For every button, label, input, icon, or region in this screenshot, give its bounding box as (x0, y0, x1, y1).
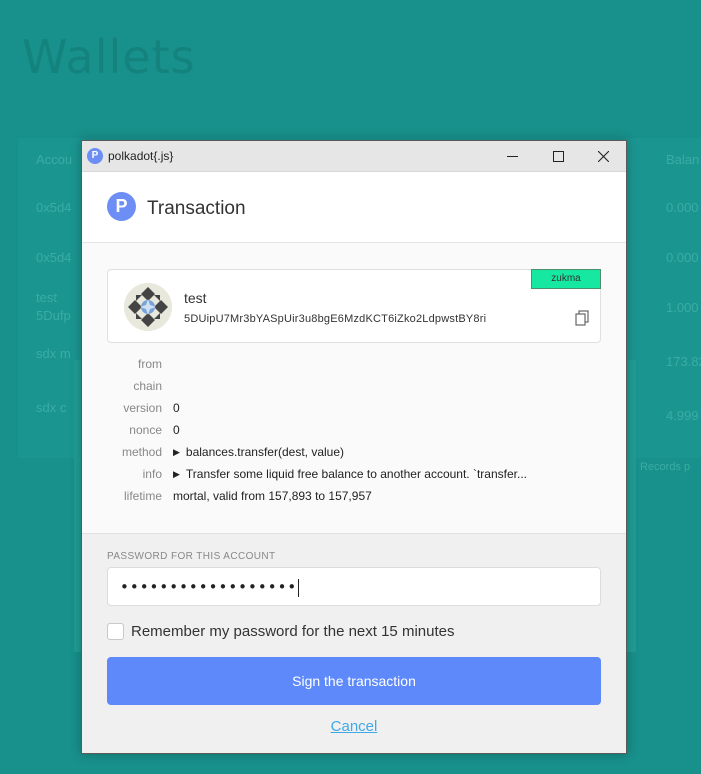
extension-window: P polkadot{.js} P Transaction test 5DUip… (81, 140, 627, 754)
window-title: polkadot{.js} (108, 149, 174, 163)
detail-label: from (138, 357, 162, 371)
network-tag: zukma (531, 269, 601, 289)
remember-password-toggle[interactable]: Remember my password for the next 15 min… (107, 623, 454, 640)
password-input[interactable]: •••••••••••••••••• (107, 567, 601, 606)
method-expander[interactable]: ▶ balances.transfer(dest, value) (173, 445, 344, 459)
detail-value: mortal, valid from 157,893 to 157,957 (173, 489, 372, 503)
remember-checkbox[interactable] (107, 623, 124, 640)
password-masked-value: •••••••••••••••••• (120, 578, 298, 596)
account-card: test 5DUipU7Mr3bYASpUir3u8bgE6MzdKCT6iZk… (107, 269, 601, 343)
expand-caret-icon: ▶ (173, 469, 180, 479)
account-name: test (184, 290, 207, 306)
detail-row-nonce: nonce 0 (107, 419, 601, 441)
window-titlebar[interactable]: P polkadot{.js} (82, 141, 626, 172)
detail-value: 0 (173, 401, 180, 415)
detail-row-from: from (107, 353, 601, 375)
expand-caret-icon: ▶ (173, 447, 180, 457)
info-expander[interactable]: ▶ Transfer some liquid free balance to an… (173, 467, 527, 481)
maximize-icon (552, 151, 564, 162)
text-cursor (298, 578, 300, 597)
account-address: 5DUipU7Mr3bYASpUir3u8bgE6MzdKCT6iZko2Ldp… (184, 313, 487, 325)
remember-label: Remember my password for the next 15 min… (131, 623, 455, 640)
detail-value: balances.transfer(dest, value) (185, 445, 345, 459)
detail-label: info (142, 467, 162, 481)
minimize-button[interactable] (489, 141, 535, 172)
polkadot-header-logo-icon: P (107, 192, 136, 221)
copy-icon[interactable] (575, 310, 589, 326)
page-title: Transaction (147, 198, 246, 219)
detail-row-chain: chain (107, 375, 601, 397)
polkadot-logo-icon: P (87, 148, 103, 164)
detail-row-version: version 0 (107, 397, 601, 419)
detail-label: method (121, 445, 162, 459)
account-identicon-icon (124, 283, 172, 331)
password-label: PASSWORD FOR THIS ACCOUNT (107, 551, 276, 562)
detail-value: 0 (173, 423, 180, 437)
detail-row-method[interactable]: method ▶ balances.transfer(dest, value) (107, 441, 601, 463)
signing-footer: PASSWORD FOR THIS ACCOUNT ••••••••••••••… (82, 533, 626, 753)
transaction-details: from chain version 0 nonce 0 method ▶ bal… (107, 353, 601, 507)
cancel-link[interactable]: Cancel (82, 718, 626, 735)
detail-label: version (123, 401, 162, 415)
detail-value: Transfer some liquid free balance to ano… (185, 467, 527, 481)
detail-label: chain (133, 379, 162, 393)
minimize-icon (506, 156, 518, 157)
transaction-content: test 5DUipU7Mr3bYASpUir3u8bgE6MzdKCT6iZk… (82, 243, 626, 533)
close-icon (597, 151, 609, 162)
detail-label: nonce (129, 423, 162, 437)
maximize-button[interactable] (535, 141, 581, 172)
detail-row-lifetime: lifetime mortal, valid from 157,893 to 1… (107, 485, 601, 507)
close-window-button[interactable] (580, 141, 626, 172)
transaction-header: P Transaction (82, 172, 626, 243)
detail-row-info[interactable]: info ▶ Transfer some liquid free balance … (107, 463, 601, 485)
detail-label: lifetime (123, 489, 162, 503)
sign-transaction-button[interactable]: Sign the transaction (107, 657, 601, 705)
